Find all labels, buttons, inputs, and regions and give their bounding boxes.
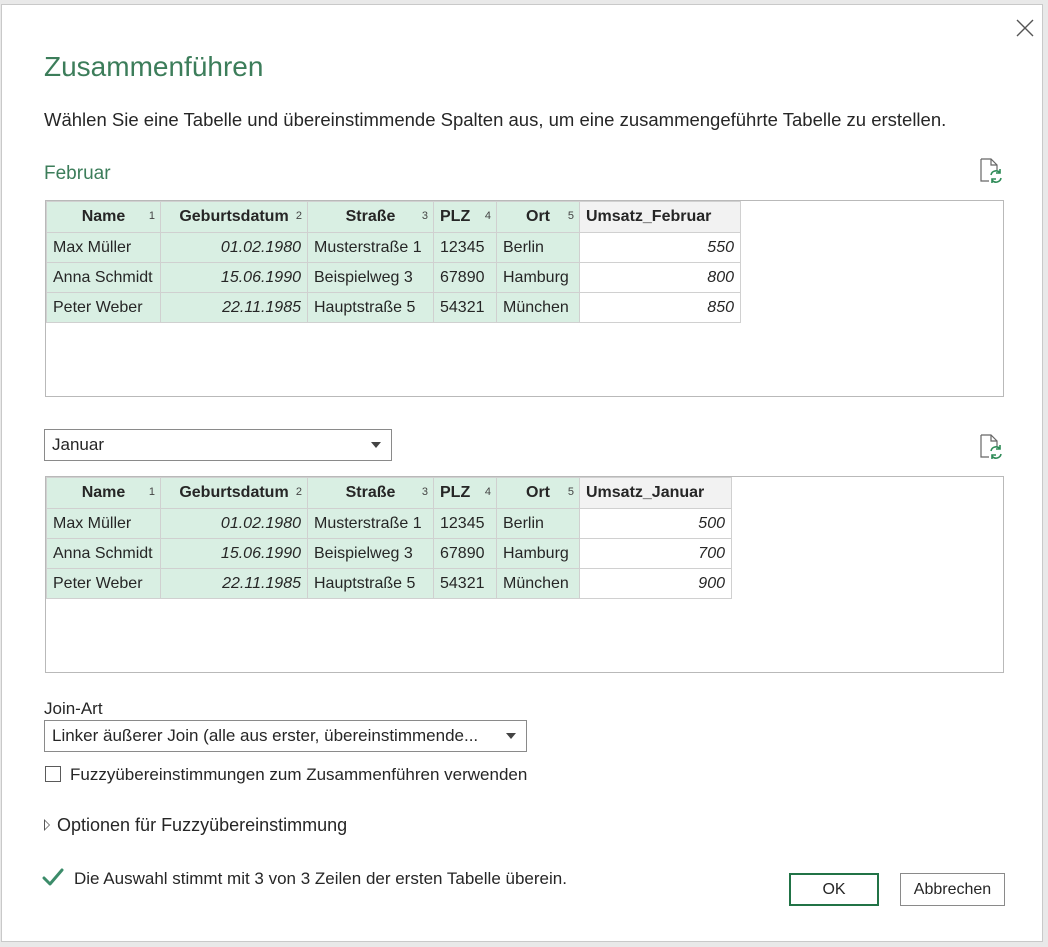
column-header-name[interactable]: Name 1 <box>46 477 161 509</box>
first-table-preview: Name 1 Geburtsdatum 2 Straße 3 PLZ 4 Ort 5 Um… <box>45 200 1004 397</box>
table-cell: 12345 <box>433 508 497 539</box>
column-header-strasse[interactable]: Straße 3 <box>307 477 434 509</box>
table-cell: 67890 <box>433 538 497 569</box>
join-type-select[interactable]: Linker äußerer Join (alle aus erster, üb… <box>44 720 527 752</box>
table-cell: 850 <box>579 292 741 323</box>
table-cell: 15.06.1990 <box>160 262 308 293</box>
fuzzy-options-expander[interactable]: Optionen für Fuzzyübereinstimmung <box>44 815 347 836</box>
column-header-ort[interactable]: Ort 5 <box>496 201 580 233</box>
second-table-select[interactable]: Januar <box>44 429 392 461</box>
table-cell: Musterstraße 1 <box>307 508 434 539</box>
refresh-second-table-button[interactable] <box>977 433 1003 459</box>
table-cell: München <box>496 568 580 599</box>
table-cell: 800 <box>579 262 741 293</box>
column-header-geburtsdatum[interactable]: Geburtsdatum 2 <box>160 201 308 233</box>
table-row: Anna Schmidt 15.06.1990 Beispielweg 3 67… <box>46 538 732 569</box>
column-header-plz[interactable]: PLZ 4 <box>433 201 497 233</box>
table-header-row: Name 1 Geburtsdatum 2 Straße 3 PLZ 4 Ort 5 Um… <box>46 201 741 233</box>
table-cell: Hamburg <box>496 538 580 569</box>
table-cell: Berlin <box>496 232 580 263</box>
table-cell: 67890 <box>433 262 497 293</box>
table-cell: 22.11.1985 <box>160 568 308 599</box>
table-cell: Peter Weber <box>46 568 161 599</box>
chevron-down-icon <box>506 733 516 739</box>
second-table-select-value: Januar <box>52 435 104 454</box>
table-cell: Hauptstraße 5 <box>307 568 434 599</box>
column-header-name[interactable]: Name 1 <box>46 201 161 233</box>
column-header-plz[interactable]: PLZ 4 <box>433 477 497 509</box>
table-cell: 22.11.1985 <box>160 292 308 323</box>
close-button[interactable] <box>1014 17 1036 39</box>
table-cell: Beispielweg 3 <box>307 262 434 293</box>
table-cell: 900 <box>579 568 732 599</box>
table-cell: Peter Weber <box>46 292 161 323</box>
table-cell: Anna Schmidt <box>46 262 161 293</box>
table-cell: Beispielweg 3 <box>307 538 434 569</box>
merge-dialog: Zusammenführen Wählen Sie eine Tabelle u… <box>1 4 1043 942</box>
join-type-select-value: Linker äußerer Join (alle aus erster, üb… <box>52 726 479 745</box>
column-header-umsatz-februar[interactable]: Umsatz_Februar <box>579 201 741 233</box>
table-cell: München <box>496 292 580 323</box>
column-header-geburtsdatum[interactable]: Geburtsdatum 2 <box>160 477 308 509</box>
second-table-preview: Name 1 Geburtsdatum 2 Straße 3 PLZ 4 Ort 5 Um… <box>45 476 1004 673</box>
column-header-strasse[interactable]: Straße 3 <box>307 201 434 233</box>
join-type-label: Join-Art <box>44 699 103 718</box>
table-cell: Max Müller <box>46 232 161 263</box>
table-cell: 54321 <box>433 568 497 599</box>
table-cell: Hauptstraße 5 <box>307 292 434 323</box>
table-row: Max Müller 01.02.1980 Musterstraße 1 123… <box>46 508 732 539</box>
fuzzy-matching-checkbox[interactable] <box>45 766 61 782</box>
expand-triangle-icon <box>44 819 50 832</box>
close-icon <box>1016 19 1034 37</box>
table-cell: 500 <box>579 508 732 539</box>
table-row: Peter Weber 22.11.1985 Hauptstraße 5 543… <box>46 568 732 599</box>
table-row: Max Müller 01.02.1980 Musterstraße 1 123… <box>46 232 741 263</box>
cancel-button[interactable]: Abbrechen <box>900 873 1005 906</box>
checkmark-icon <box>42 867 64 892</box>
table-cell: 01.02.1980 <box>160 232 308 263</box>
column-header-ort[interactable]: Ort 5 <box>496 477 580 509</box>
table-cell: Max Müller <box>46 508 161 539</box>
fuzzy-options-label: Optionen für Fuzzyübereinstimmung <box>57 815 348 835</box>
fuzzy-matching-label[interactable]: Fuzzyübereinstimmungen zum Zusammenführe… <box>70 765 527 785</box>
table-cell: 54321 <box>433 292 497 323</box>
table-cell: Hamburg <box>496 262 580 293</box>
table-cell: 550 <box>579 232 741 263</box>
first-table-grid: Name 1 Geburtsdatum 2 Straße 3 PLZ 4 Ort 5 Um… <box>46 201 741 323</box>
first-table-name: Februar <box>44 163 111 184</box>
table-cell: 700 <box>579 538 732 569</box>
dialog-subtitle: Wählen Sie eine Tabelle und übereinstimm… <box>44 109 947 130</box>
chevron-down-icon <box>371 442 381 448</box>
table-cell: 12345 <box>433 232 497 263</box>
column-header-umsatz-januar[interactable]: Umsatz_Januar <box>579 477 732 509</box>
table-cell: 01.02.1980 <box>160 508 308 539</box>
refresh-first-table-button[interactable] <box>977 157 1003 183</box>
refresh-icon <box>980 434 1002 459</box>
refresh-icon <box>980 158 1002 183</box>
match-status: Die Auswahl stimmt mit 3 von 3 Zeilen de… <box>42 867 567 892</box>
table-cell: Anna Schmidt <box>46 538 161 569</box>
match-status-text: Die Auswahl stimmt mit 3 von 3 Zeilen de… <box>74 868 567 888</box>
table-row: Peter Weber 22.11.1985 Hauptstraße 5 543… <box>46 292 741 323</box>
table-cell: Berlin <box>496 508 580 539</box>
second-table-grid: Name 1 Geburtsdatum 2 Straße 3 PLZ 4 Ort 5 Um… <box>46 477 732 599</box>
dialog-title: Zusammenführen <box>44 51 264 82</box>
table-row: Anna Schmidt 15.06.1990 Beispielweg 3 67… <box>46 262 741 293</box>
table-cell: 15.06.1990 <box>160 538 308 569</box>
table-cell: Musterstraße 1 <box>307 232 434 263</box>
ok-button[interactable]: OK <box>789 873 879 906</box>
table-header-row: Name 1 Geburtsdatum 2 Straße 3 PLZ 4 Ort 5 Um… <box>46 477 732 509</box>
